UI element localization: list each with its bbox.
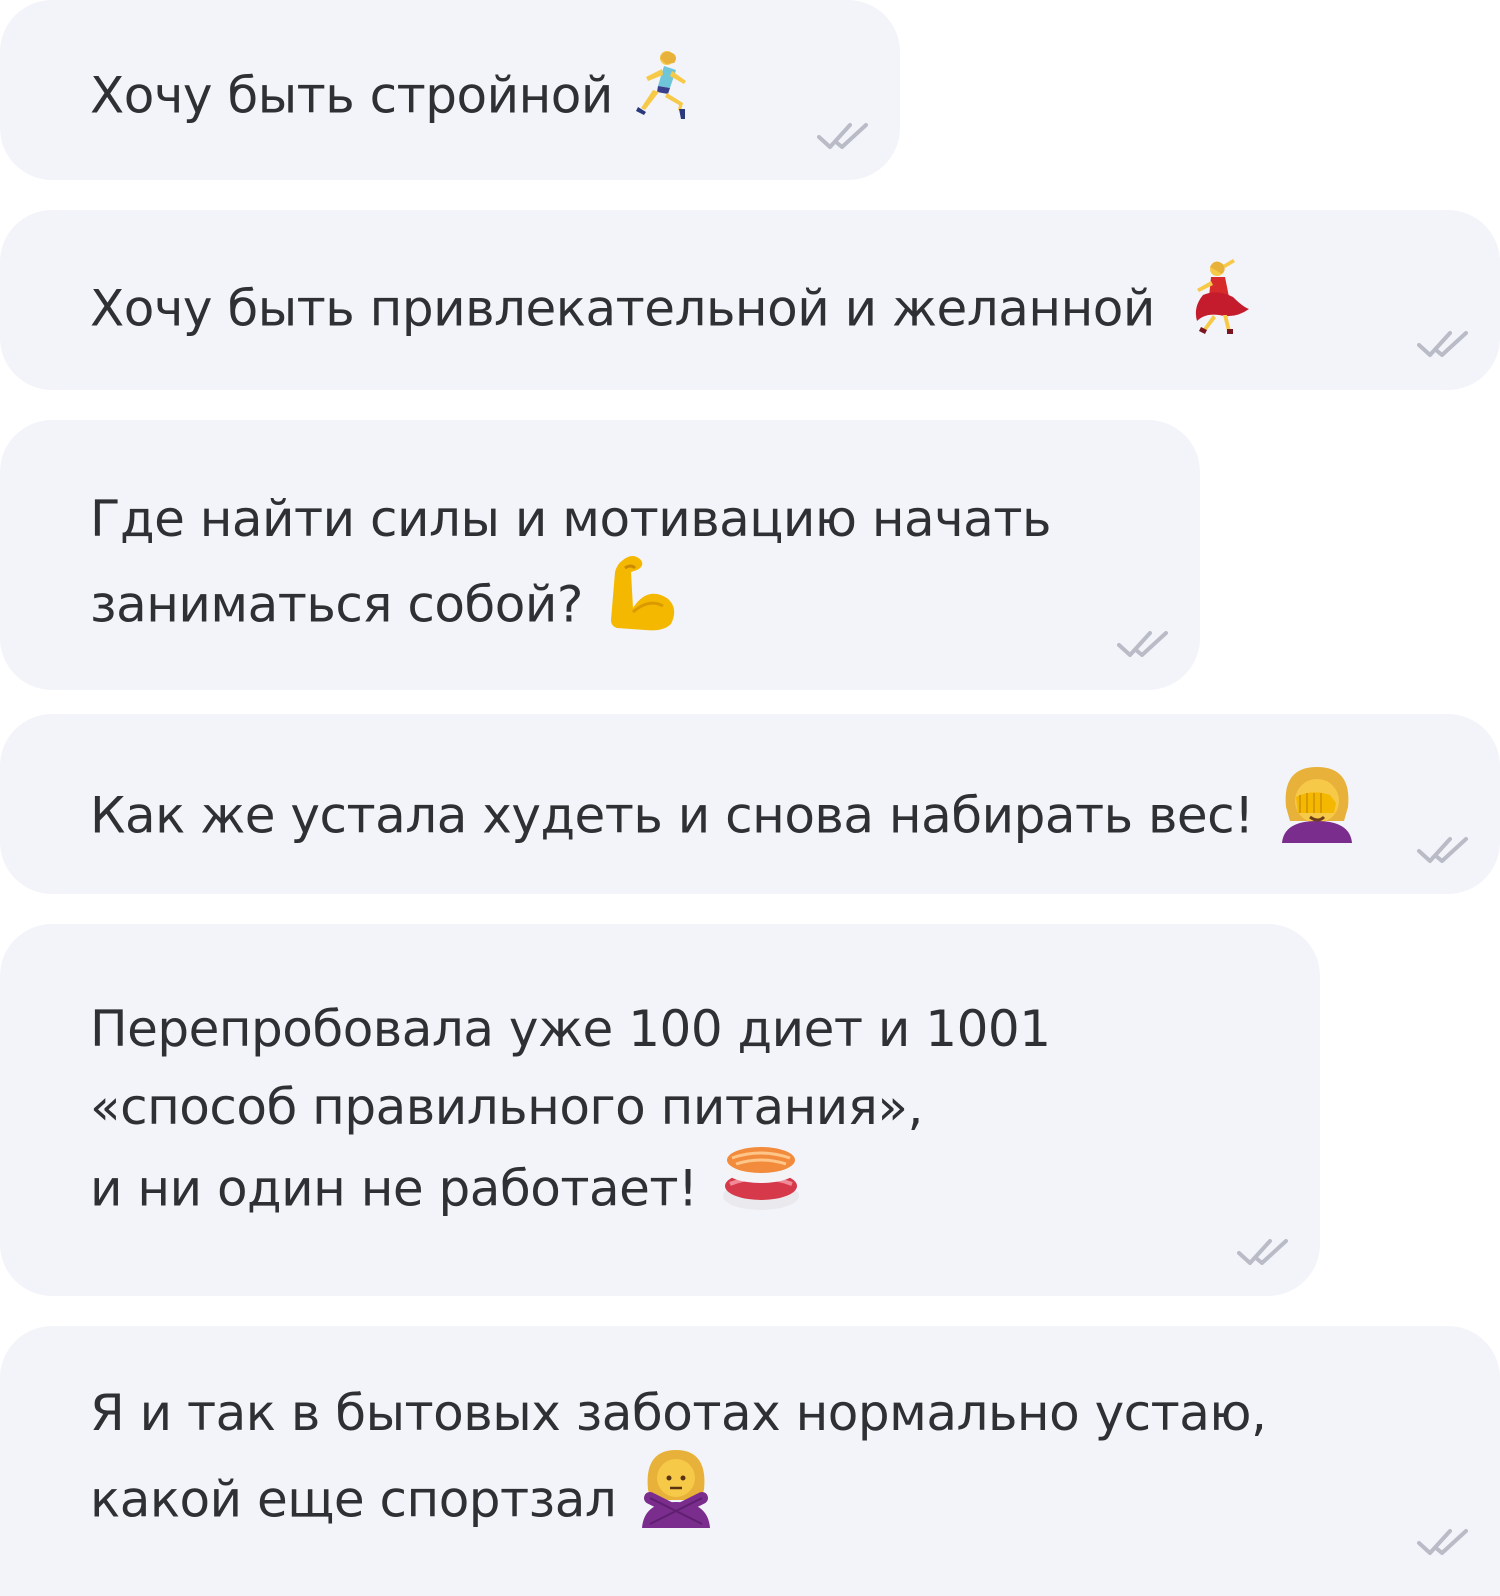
woman-running-icon [635, 49, 701, 141]
message-bubble[interactable]: Как же устала худеть и снова набирать ве… [0, 714, 1500, 894]
message-text-line: Где найти силы и мотивацию начать [90, 490, 1051, 548]
message-bubble[interactable]: Где найти силы и мотивацию начать занима… [0, 420, 1200, 690]
message-text-line: какой еще спортзал [90, 1450, 1500, 1554]
read-double-check-icon [1236, 1236, 1292, 1270]
message-text-line: заниматься собой? [90, 556, 1200, 658]
message-text-line: Хочу быть привлекательной и желанной [90, 259, 1500, 361]
message-bubble[interactable]: Хочу быть привлекательной и желанной [0, 210, 1500, 390]
read-double-check-icon [1416, 1526, 1472, 1560]
message-text-line: Как же устала худеть и снова набирать ве… [90, 767, 1500, 871]
read-double-check-icon [1416, 834, 1472, 868]
message-text-line: и ни один не работает! [90, 1146, 1320, 1238]
message-text-line: «способ правильного питания», [90, 1078, 923, 1136]
message-text-line: Хочу быть стройной [90, 51, 900, 145]
flexed-biceps-icon [605, 554, 681, 654]
woman-facepalming-icon [1276, 763, 1358, 867]
message-text-line: Перепробовала уже 100 диет и 1001 [90, 1000, 1051, 1058]
read-double-check-icon [816, 120, 872, 154]
sushi-icon [720, 1142, 802, 1234]
message-bubble[interactable]: Хочу быть стройной [0, 0, 900, 180]
message-text-line: Я и так в бытовых заботах нормально уста… [90, 1384, 1267, 1442]
message-bubble[interactable]: Я и так в бытовых заботах нормально уста… [0, 1326, 1500, 1596]
read-double-check-icon [1416, 328, 1472, 362]
woman-dancing-icon [1177, 259, 1253, 357]
message-bubble[interactable]: Перепробовала уже 100 диет и 1001 «спосо… [0, 924, 1320, 1296]
read-double-check-icon [1116, 628, 1172, 662]
woman-gesturing-no-icon [638, 1448, 714, 1550]
